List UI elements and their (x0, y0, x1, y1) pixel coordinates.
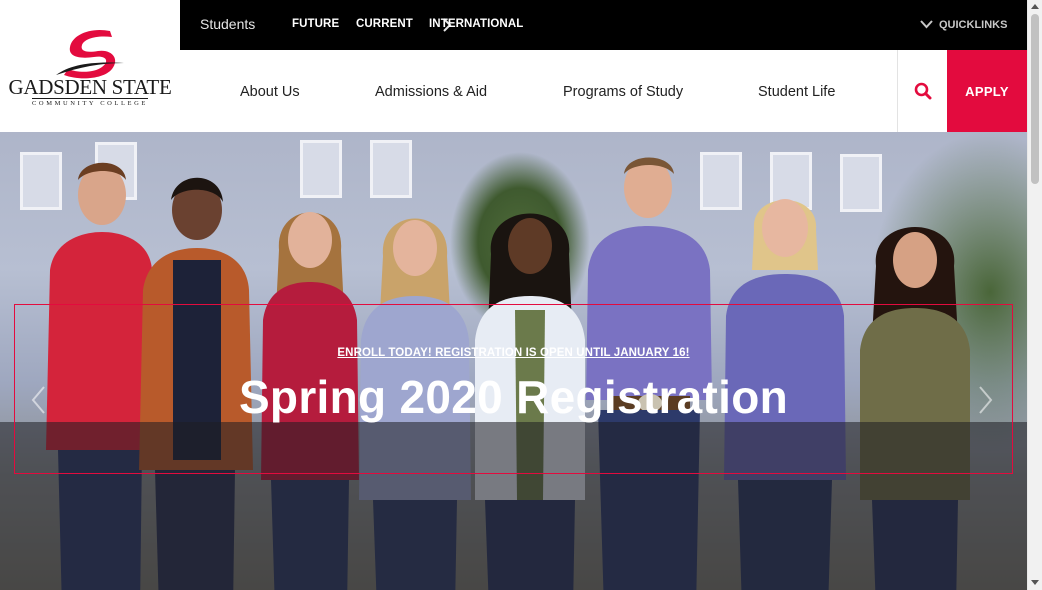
page: GADSDEN STATE COMMUNITY COLLEGE Students… (0, 0, 1042, 590)
prev-arrow-icon[interactable] (30, 385, 46, 415)
logo-swoosh-icon (56, 29, 124, 79)
search-button[interactable] (897, 50, 947, 132)
nav-admissions-aid[interactable]: Admissions & Aid (375, 84, 487, 100)
scroll-up-arrow-icon[interactable] (1031, 4, 1039, 9)
future-students-link[interactable]: FUTURE (292, 18, 339, 30)
search-icon (914, 82, 931, 100)
chevron-down-icon[interactable] (920, 19, 933, 29)
main-navigation: About Us Admissions & Aid Programs of St… (180, 50, 1027, 132)
utility-bar: Students FUTURE CURRENT INTERNATIONAL QU… (180, 0, 1027, 50)
nav-about-us[interactable]: About Us (240, 84, 300, 100)
scroll-thumb[interactable] (1031, 14, 1039, 184)
logo-subtitle: COMMUNITY COLLEGE (32, 98, 148, 107)
current-students-link[interactable]: CURRENT (356, 18, 413, 30)
next-arrow-icon[interactable] (978, 385, 994, 415)
nav-student-life[interactable]: Student Life (758, 84, 835, 100)
audience-selector[interactable]: Students (200, 16, 255, 32)
nav-programs-of-study[interactable]: Programs of Study (563, 84, 683, 100)
hero-title: Spring 2020 Registration (238, 371, 789, 423)
college-logo[interactable]: GADSDEN STATE COMMUNITY COLLEGE (0, 0, 180, 132)
scroll-down-arrow-icon[interactable] (1031, 580, 1039, 585)
page-scrollbar[interactable] (1027, 0, 1042, 590)
quicklinks-toggle[interactable]: QUICKLINKS (939, 19, 1007, 31)
background-window (370, 140, 412, 198)
hero-kicker-link[interactable]: ENROLL TODAY! REGISTRATION IS OPEN UNTIL… (0, 347, 1027, 359)
apply-button[interactable]: APPLY (947, 50, 1027, 132)
international-students-link[interactable]: INTERNATIONAL (429, 18, 523, 30)
logo-name: GADSDEN STATE (8, 75, 172, 99)
